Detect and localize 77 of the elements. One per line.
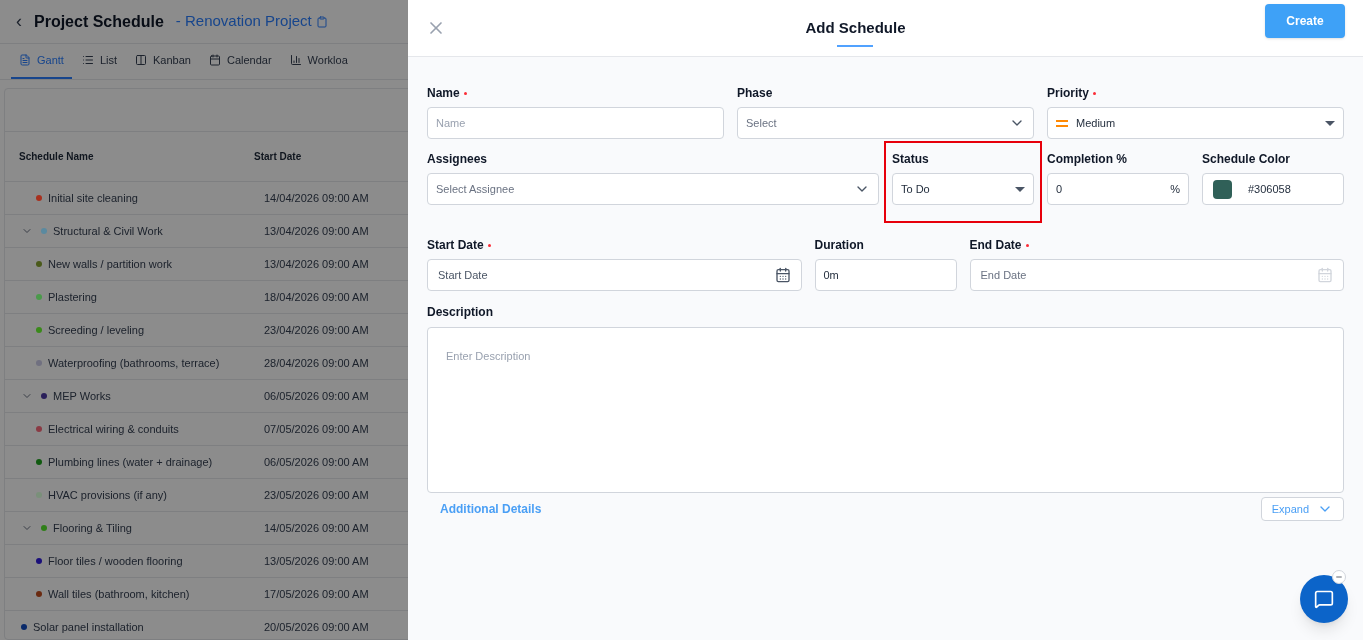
view-tab[interactable]: Calendar — [200, 43, 280, 79]
start-date: 13/04/2026 09:00 AM — [263, 223, 369, 239]
select-field[interactable]: Select Assignee — [427, 173, 879, 205]
schedule-name: Initial site cleaning — [48, 190, 138, 206]
start-date: 14/05/2026 09:00 AM — [263, 520, 369, 536]
schedule-name: Screeding / leveling — [48, 322, 144, 338]
start-date: 23/05/2026 09:00 AM — [263, 487, 369, 503]
start-date: 23/04/2026 09:00 AM — [263, 322, 369, 338]
start-date: 20/05/2026 09:00 AM — [263, 619, 369, 635]
chat-icon — [1314, 589, 1334, 609]
color-picker[interactable]: #306058 — [1202, 173, 1344, 205]
schedule-name: Flooring & Tiling — [53, 520, 132, 536]
project-name[interactable]: - Renovation Project — [175, 10, 312, 33]
columns-icon — [135, 54, 148, 66]
schedule-name: Floor tiles / wooden flooring — [48, 553, 183, 569]
view-tab[interactable]: Workloa — [281, 43, 356, 79]
priority-select[interactable]: Medium — [1047, 107, 1344, 139]
status-select[interactable]: To Do — [892, 173, 1034, 205]
field-label: Assignees — [427, 151, 488, 168]
schedule-name: Wall tiles (bathroom, kitchen) — [48, 586, 190, 602]
schedule-name: Plastering — [48, 289, 97, 305]
calendar-icon — [1317, 267, 1333, 283]
column-header: Schedule Name — [18, 150, 95, 164]
clipboard-icon[interactable] — [315, 15, 328, 28]
description-textarea[interactable]: Enter Description — [427, 327, 1344, 493]
caret-icon — [1325, 120, 1335, 126]
start-date: 14/04/2026 09:00 AM — [263, 190, 369, 206]
schedule-name: New walls / partition work — [48, 256, 173, 272]
schedule-name: Waterproofing (bathrooms, terrace) — [48, 355, 220, 371]
select-field[interactable]: Select — [737, 107, 1034, 139]
priority-value: Medium — [1076, 115, 1116, 131]
create-button[interactable]: Create — [1265, 4, 1345, 38]
start-date: 17/05/2026 09:00 AM — [263, 586, 369, 602]
field-label: Duration — [814, 237, 864, 254]
start-date: 13/05/2026 09:00 AM — [263, 553, 369, 569]
start-date: 18/04/2026 09:00 AM — [263, 289, 369, 305]
schedule-name: Electrical wiring & conduits — [48, 421, 179, 437]
schedule-name: HVAC provisions (if any) — [48, 487, 167, 503]
back-button[interactable]: ‹ — [16, 8, 22, 35]
field-label: End Date — [969, 237, 1022, 254]
additional-details-link[interactable]: Additional Details — [440, 500, 542, 518]
duration-input[interactable]: 0m — [814, 259, 957, 291]
list-icon — [81, 54, 94, 66]
view-tab[interactable]: Gantt — [11, 43, 72, 79]
completion-input[interactable]: 0 % — [1047, 173, 1189, 205]
view-tab[interactable]: List — [73, 43, 126, 79]
field-label: Priority — [1047, 85, 1089, 102]
calendar-icon — [208, 54, 221, 66]
equals-icon — [1056, 119, 1068, 127]
color-swatch — [1213, 179, 1232, 199]
date-input[interactable]: Start Date — [427, 259, 802, 291]
schedule-name: Solar panel installation — [33, 619, 144, 635]
field-label: Completion % — [1047, 151, 1127, 168]
field-label: Status — [892, 151, 929, 168]
column-header: Start Date — [253, 150, 302, 164]
drawer-title: Add Schedule — [805, 17, 906, 38]
field-label: Schedule Color — [1202, 151, 1290, 168]
caret-icon — [1015, 186, 1025, 192]
start-date: 06/05/2026 09:00 AM — [263, 454, 369, 470]
view-tab[interactable]: Kanban — [127, 43, 199, 79]
start-date: 28/04/2026 09:00 AM — [263, 355, 369, 371]
schedule-name: Plumbing lines (water + drainage) — [48, 454, 213, 470]
expand-button[interactable]: Expand — [1260, 497, 1344, 521]
field-label: Name — [427, 85, 460, 102]
document-icon — [19, 54, 31, 66]
start-date: 07/05/2026 09:00 AM — [263, 421, 369, 437]
schedule-name: MEP Works — [53, 388, 111, 404]
field-label: Phase — [737, 85, 773, 102]
schedule-name: Structural & Civil Work — [53, 223, 163, 239]
field-label: Description — [427, 304, 494, 321]
field-label: Start Date — [427, 237, 484, 254]
start-date: 13/04/2026 09:00 AM — [263, 256, 369, 272]
bar-chart-icon — [289, 54, 302, 66]
start-date: 06/05/2026 09:00 AM — [263, 388, 369, 404]
calendar-icon — [774, 267, 791, 283]
page-title: Project Schedule — [34, 11, 164, 32]
text-input[interactable]: Name — [427, 107, 724, 139]
